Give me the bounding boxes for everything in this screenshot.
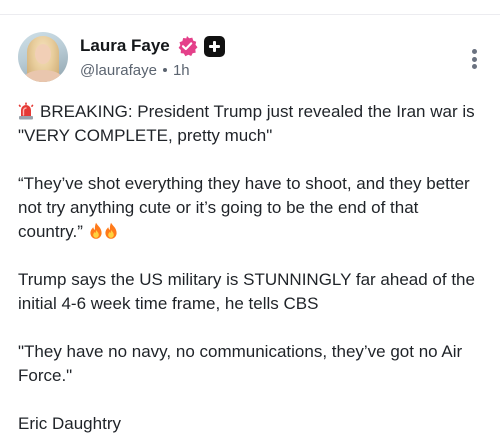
more-dot-2 — [471, 56, 477, 62]
name-row: Laura Faye — [80, 34, 225, 58]
plus-icon[interactable] — [203, 35, 225, 57]
post-paragraph-2: “They’ve shot everything they have to sh… — [18, 172, 486, 244]
more-dot-1 — [471, 49, 477, 54]
meta-separator-dot — [162, 68, 167, 72]
post-header: Laura Faye @laurafaye 1h — [18, 32, 484, 84]
author-handle[interactable]: @laurafaye — [80, 62, 157, 79]
avatar-shoulder — [24, 70, 62, 82]
post-paragraph-2-text: “They’ve shot everything they have to sh… — [18, 174, 470, 241]
post-body: BREAKING: President Trump just revealed … — [18, 100, 486, 436]
siren-icon — [18, 102, 34, 120]
post-paragraph-3-text: Trump says the US military is STUNNINGLY… — [18, 270, 475, 313]
more-vertical-icon[interactable] — [464, 46, 484, 72]
post-paragraph-4-text: "They have no navy, no communications, t… — [18, 342, 463, 385]
post-paragraph-1-text: BREAKING: President Trump just revealed … — [18, 102, 475, 145]
post-timestamp[interactable]: 1h — [173, 62, 190, 79]
post-paragraph-5: Eric Daughtry — [18, 412, 486, 436]
post-paragraph-4: "They have no navy, no communications, t… — [18, 340, 486, 388]
post-paragraph-3: Trump says the US military is STUNNINGLY… — [18, 268, 486, 316]
fire-icon — [104, 222, 118, 240]
post-paragraph-5-text: Eric Daughtry — [18, 414, 121, 433]
fire-icon — [89, 222, 103, 240]
avatar-face — [35, 44, 51, 64]
post-card: Laura Faye @laurafaye 1h BREAKING: Presi… — [0, 0, 500, 442]
meta-row: @laurafaye 1h — [80, 60, 190, 80]
post-paragraph-1: BREAKING: President Trump just revealed … — [18, 100, 486, 148]
more-dot-3 — [471, 64, 477, 69]
author-display-name[interactable]: Laura Faye — [80, 36, 170, 56]
avatar[interactable] — [18, 32, 68, 82]
verified-badge-icon — [176, 35, 198, 57]
